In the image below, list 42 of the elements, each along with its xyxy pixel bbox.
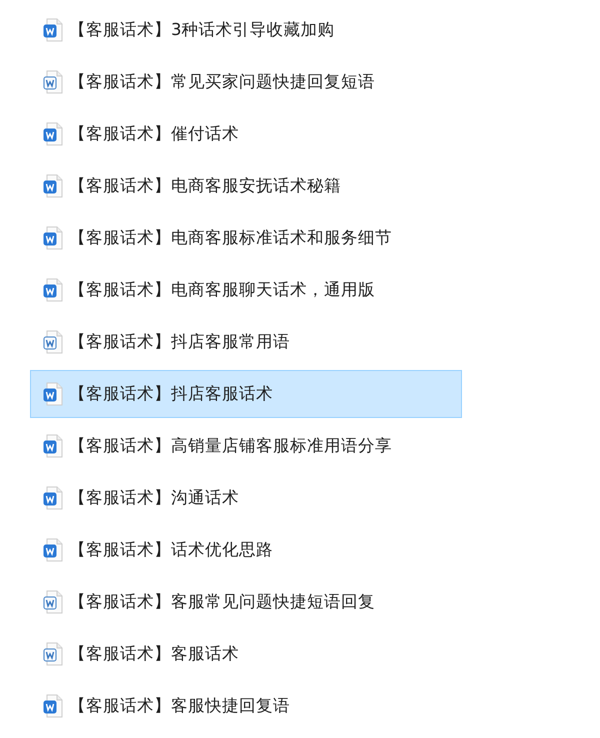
document-icon — [43, 122, 63, 146]
document-icon — [43, 174, 63, 198]
file-item[interactable]: 【客服话术】3种话术引导收藏加购 — [30, 6, 462, 54]
file-name: 【客服话术】抖店客服常用语 — [69, 331, 290, 353]
file-item[interactable]: 【客服话术】高销量店铺客服标准用语分享 — [30, 422, 462, 470]
file-item[interactable]: 【客服话术】电商客服标准话术和服务细节 — [30, 214, 462, 262]
file-item[interactable]: 【客服话术】抖店客服话术 — [30, 370, 462, 418]
document-icon — [43, 18, 63, 42]
file-name: 【客服话术】催付话术 — [69, 123, 239, 145]
file-item[interactable]: 【客服话术】客服常见问题快捷短语回复 — [30, 578, 462, 626]
document-icon — [43, 330, 63, 354]
document-icon — [43, 694, 63, 718]
file-name: 【客服话术】客服快捷回复语 — [69, 695, 290, 717]
file-item[interactable]: 【客服话术】电商客服聊天话术，通用版 — [30, 266, 462, 314]
file-name: 【客服话术】客服话术 — [69, 643, 239, 665]
file-name: 【客服话术】沟通话术 — [69, 487, 239, 509]
file-item[interactable]: 【客服话术】催付话术 — [30, 110, 462, 158]
document-icon — [43, 70, 63, 94]
file-item[interactable]: 【客服话术】客服快捷回复语 — [30, 682, 462, 730]
file-item[interactable]: 【客服话术】沟通话术 — [30, 474, 462, 522]
document-icon — [43, 590, 63, 614]
document-icon — [43, 382, 63, 406]
file-name: 【客服话术】客服常见问题快捷短语回复 — [69, 591, 375, 613]
file-name: 【客服话术】话术优化思路 — [69, 539, 273, 561]
file-item[interactable]: 【客服话术】电商客服安抚话术秘籍 — [30, 162, 462, 210]
file-name: 【客服话术】电商客服聊天话术，通用版 — [69, 279, 375, 301]
file-name: 【客服话术】电商客服标准话术和服务细节 — [69, 227, 392, 249]
file-item[interactable]: 【客服话术】客服话术 — [30, 630, 462, 678]
file-item[interactable]: 【客服话术】抖店客服常用语 — [30, 318, 462, 366]
document-icon — [43, 278, 63, 302]
document-icon — [43, 642, 63, 666]
file-name: 【客服话术】抖店客服话术 — [69, 383, 273, 405]
document-icon — [43, 226, 63, 250]
file-name: 【客服话术】电商客服安抚话术秘籍 — [69, 175, 341, 197]
file-name: 【客服话术】3种话术引导收藏加购 — [69, 19, 334, 41]
document-icon — [43, 538, 63, 562]
document-icon — [43, 486, 63, 510]
document-icon — [43, 434, 63, 458]
file-item[interactable]: 【客服话术】话术优化思路 — [30, 526, 462, 574]
file-item[interactable]: 【客服话术】常见买家问题快捷回复短语 — [30, 58, 462, 106]
file-name: 【客服话术】高销量店铺客服标准用语分享 — [69, 435, 392, 457]
file-name: 【客服话术】常见买家问题快捷回复短语 — [69, 71, 375, 93]
